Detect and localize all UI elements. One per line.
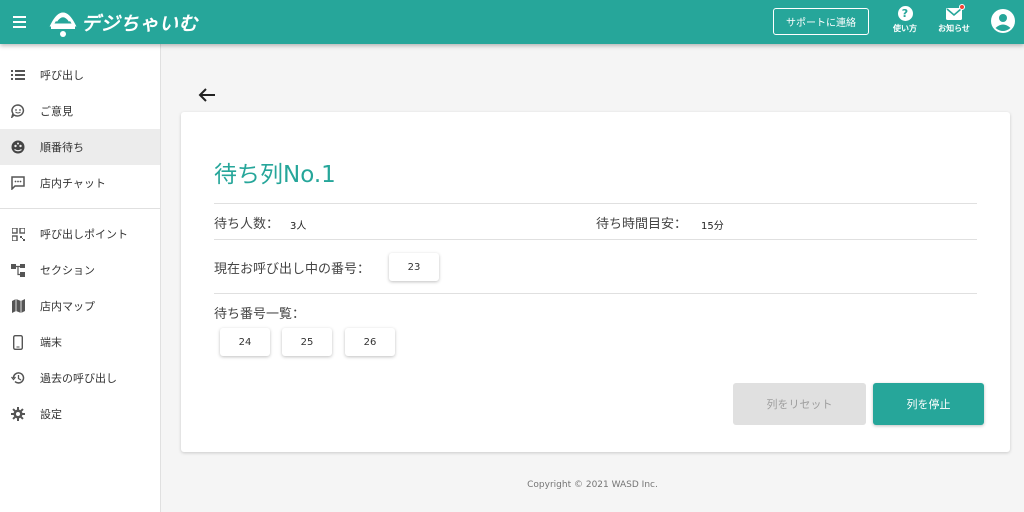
sidebar-item-label: 呼び出しポイント <box>40 228 128 241</box>
queue-detail-card: 待ち列No.1 待ち人数： 3人 待ち時間目安： 15分 現在お呼び出し中の番号… <box>181 112 1010 452</box>
waiting-number-chip[interactable]: 26 <box>345 328 395 356</box>
sidebar-item-label: 過去の呼び出し <box>40 372 117 385</box>
feedback-icon <box>11 104 25 118</box>
wait-time-value: 15分 <box>701 221 724 232</box>
map-icon <box>11 299 25 313</box>
help-icon: ? <box>897 6 913 21</box>
waiting-number-chip[interactable]: 25 <box>282 328 332 356</box>
divider <box>214 203 977 204</box>
waiting-count-value: 3人 <box>290 221 307 232</box>
contact-support-button[interactable]: サポートに連絡 <box>773 8 869 35</box>
current-number-chip[interactable]: 23 <box>389 253 439 281</box>
reset-queue-button[interactable]: 列をリセット <box>733 383 866 425</box>
qr-code-icon <box>11 227 25 241</box>
account-icon[interactable] <box>991 9 1015 33</box>
sidebar-item-label: 端末 <box>40 336 62 349</box>
history-icon <box>11 371 25 385</box>
app-header: デジちゃいむ サポートに連絡 ? 使い方 お知らせ <box>0 0 1024 44</box>
sidebar-item-chat[interactable]: 店内チャット <box>0 165 160 201</box>
sidebar-item-label: 店内マップ <box>40 300 95 313</box>
help-label: 使い方 <box>893 24 917 33</box>
sidebar-item-history[interactable]: 過去の呼び出し <box>0 360 160 396</box>
sidebar-divider <box>0 208 160 209</box>
chat-icon <box>11 176 25 190</box>
sidebar-item-calls[interactable]: 呼び出し <box>0 57 160 93</box>
wait-time-label: 待ち時間目安： <box>596 217 688 232</box>
mail-icon <box>946 4 965 21</box>
current-number-label: 現在お呼び出し中の番号： <box>214 262 371 277</box>
queue-title: 待ち列No.1 <box>214 162 336 188</box>
sidebar-nav: 呼び出し ご意見 順番待ち 店内チャット 呼び出しポイント セクション 店内マッ… <box>0 44 161 512</box>
divider <box>214 293 977 294</box>
notification-badge <box>959 4 965 10</box>
hamburger-menu-icon[interactable] <box>13 0 37 44</box>
sidebar-item-call-points[interactable]: 呼び出しポイント <box>0 216 160 252</box>
app-logo[interactable]: デジちゃいむ <box>49 0 198 44</box>
sidebar-item-devices[interactable]: 端末 <box>0 324 160 360</box>
sidebar-item-map[interactable]: 店内マップ <box>0 288 160 324</box>
phone-icon <box>11 334 25 350</box>
sidebar-item-sections[interactable]: セクション <box>0 252 160 288</box>
waiting-list-label: 待ち番号一覧： <box>214 307 306 322</box>
bell-logo-icon <box>49 12 77 37</box>
copyright-footer: Copyright © 2021 WASD Inc. <box>527 480 658 490</box>
divider <box>214 239 977 240</box>
sidebar-item-label: 順番待ち <box>40 141 84 154</box>
sidebar-item-label: 設定 <box>40 408 62 421</box>
app-name: デジちゃいむ <box>81 12 199 35</box>
sidebar-item-settings[interactable]: 設定 <box>0 396 160 432</box>
sidebar-item-label: 呼び出し <box>40 69 84 82</box>
waiting-count-label: 待ち人数： <box>214 217 280 232</box>
sidebar-item-label: セクション <box>40 264 95 277</box>
queue-icon <box>11 140 25 154</box>
help-button[interactable]: ? 使い方 <box>890 6 920 34</box>
sidebar-item-label: 店内チャット <box>40 177 106 190</box>
sidebar-item-feedback[interactable]: ご意見 <box>0 93 160 129</box>
sections-icon <box>11 263 25 277</box>
sidebar-item-label: ご意見 <box>40 105 73 118</box>
stop-queue-button[interactable]: 列を停止 <box>873 383 984 425</box>
notifications-button[interactable]: お知らせ <box>936 4 972 34</box>
back-arrow-icon[interactable] <box>196 84 218 106</box>
gear-icon <box>11 407 25 421</box>
waiting-number-chip[interactable]: 24 <box>220 328 270 356</box>
list-icon <box>11 68 25 82</box>
notifications-label: お知らせ <box>938 24 970 33</box>
sidebar-item-queue[interactable]: 順番待ち <box>0 129 160 165</box>
